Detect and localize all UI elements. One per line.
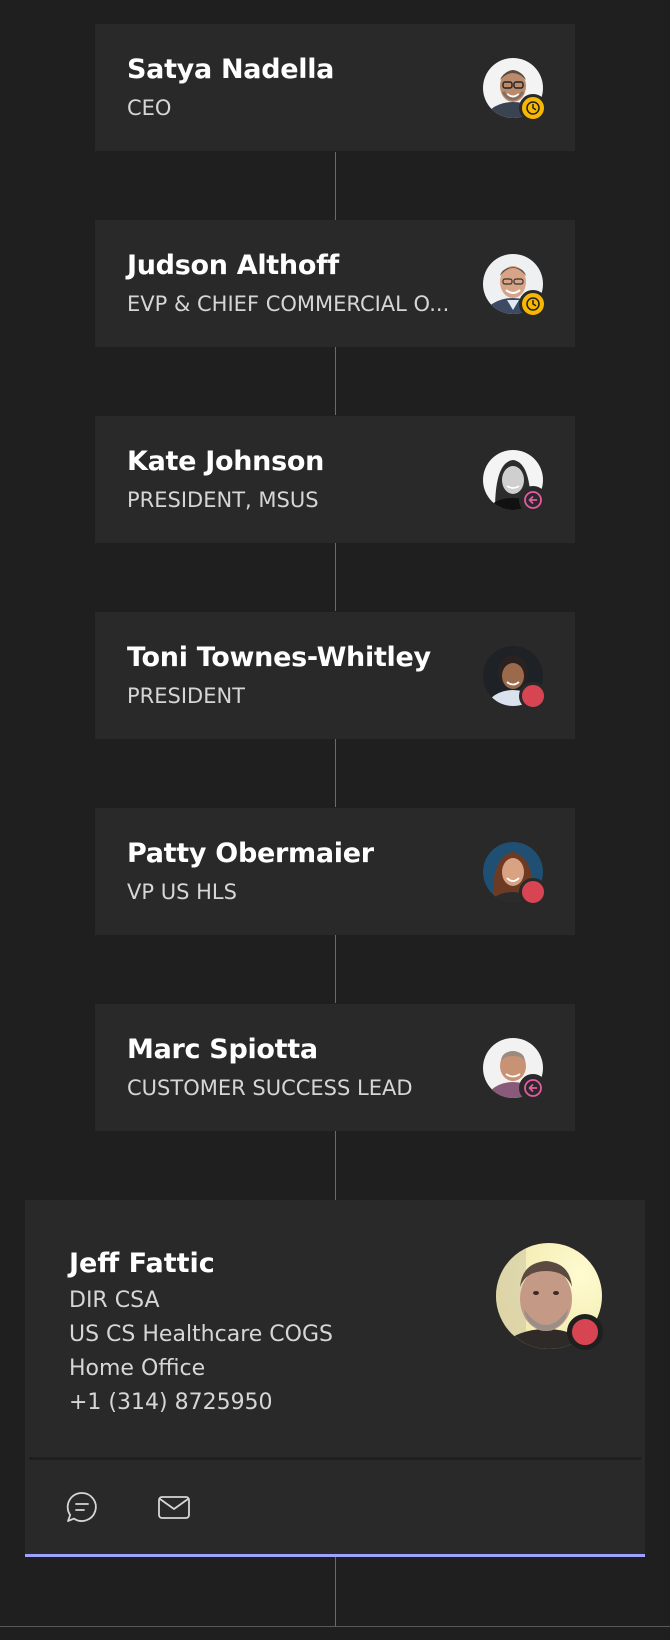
- person-title: PRESIDENT, MSUS: [127, 488, 319, 512]
- person-location: Home Office: [69, 1356, 206, 1381]
- connector-line: [335, 935, 336, 1003]
- avatar[interactable]: [483, 646, 547, 710]
- connector-line: [335, 152, 336, 220]
- mail-icon: [158, 1496, 190, 1519]
- person-title: CUSTOMER SUCCESS LEAD: [127, 1076, 413, 1100]
- org-card-satya-nadella[interactable]: Satya Nadella CEO: [95, 24, 575, 151]
- arrow-left-circle-icon: [519, 486, 547, 514]
- connector-line: [335, 1557, 336, 1627]
- action-bar: [25, 1460, 645, 1554]
- person-title: PRESIDENT: [127, 684, 246, 708]
- org-card-marc-spiotta[interactable]: Marc Spiotta CUSTOMER SUCCESS LEAD: [95, 1004, 575, 1131]
- person-detail-card[interactable]: Jeff Fattic DIR CSA US CS Healthcare COG…: [25, 1200, 645, 1557]
- person-department: US CS Healthcare COGS: [69, 1322, 333, 1347]
- person-name: Patty Obermaier: [127, 838, 374, 869]
- connector-line: [335, 543, 336, 611]
- avatar[interactable]: [483, 450, 547, 514]
- avatar[interactable]: [483, 1038, 547, 1102]
- clock-icon: [519, 290, 547, 318]
- person-name: Jeff Fattic: [69, 1248, 215, 1279]
- org-card-patty-obermaier[interactable]: Patty Obermaier VP US HLS: [95, 808, 575, 935]
- busy-dot-icon: [567, 1314, 603, 1350]
- person-name: Judson Althoff: [127, 250, 339, 281]
- org-card-toni-townes-whitley[interactable]: Toni Townes-Whitley PRESIDENT: [95, 612, 575, 739]
- chat-icon: [66, 1492, 97, 1522]
- person-title: CEO: [127, 96, 172, 120]
- connector-line: [335, 347, 336, 415]
- person-title: VP US HLS: [127, 880, 237, 904]
- org-chart: Satya Nadella CEO Judson Althoff EVP & C…: [0, 0, 670, 1640]
- person-name: Satya Nadella: [127, 54, 335, 85]
- connector-line: [335, 1131, 336, 1200]
- person-title: DIR CSA: [69, 1288, 160, 1313]
- person-phone[interactable]: +1 (314) 8725950: [69, 1390, 273, 1415]
- person-name: Marc Spiotta: [127, 1034, 318, 1065]
- busy-dot-icon: [519, 878, 547, 906]
- org-card-kate-johnson[interactable]: Kate Johnson PRESIDENT, MSUS: [95, 416, 575, 543]
- clock-icon: [519, 94, 547, 122]
- bottom-border: [0, 1626, 670, 1627]
- busy-dot-icon: [519, 682, 547, 710]
- chat-button[interactable]: [63, 1488, 101, 1526]
- org-card-judson-althoff[interactable]: Judson Althoff EVP & CHIEF COMMERCIAL O.…: [95, 220, 575, 347]
- selected-accent-bar: [25, 1554, 645, 1557]
- mail-button[interactable]: [155, 1488, 193, 1526]
- avatar[interactable]: [483, 842, 547, 906]
- arrow-left-circle-icon: [519, 1074, 547, 1102]
- avatar[interactable]: [483, 58, 547, 122]
- person-title: EVP & CHIEF COMMERCIAL O...: [127, 292, 450, 316]
- person-name: Toni Townes-Whitley: [127, 642, 431, 673]
- person-name: Kate Johnson: [127, 446, 325, 477]
- connector-line: [335, 739, 336, 807]
- avatar[interactable]: [496, 1243, 603, 1381]
- avatar[interactable]: [483, 254, 547, 318]
